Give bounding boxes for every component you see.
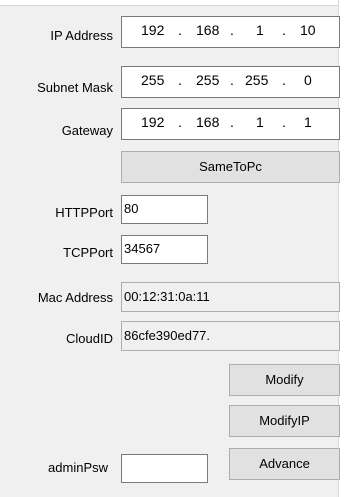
ip-address-input[interactable]: 192 . 168 . 1 . 10	[121, 16, 340, 48]
ip-address-label: IP Address	[50, 28, 113, 43]
ip-octet-1: 192	[141, 22, 165, 38]
gw-octet-1: 192	[141, 114, 165, 130]
ip-dot-1: .	[178, 22, 182, 38]
top-edge	[0, 0, 347, 6]
gw-dot-1: .	[178, 114, 182, 130]
ip-octet-3: 1	[256, 22, 264, 38]
gw-dot-3: .	[282, 114, 286, 130]
gw-octet-2: 168	[196, 114, 220, 130]
gw-dot-2: .	[230, 114, 234, 130]
subnet-mask-input[interactable]: 255 . 255 . 255 . 0	[121, 66, 340, 98]
ip-dot-2: .	[230, 22, 234, 38]
modify-ip-button[interactable]: ModifyIP	[229, 405, 340, 437]
admin-psw-label: adminPsw	[48, 460, 108, 475]
subnet-mask-label: Subnet Mask	[37, 80, 113, 95]
admin-psw-input[interactable]	[121, 454, 208, 483]
mac-address-label: Mac Address	[37, 290, 113, 305]
ip-dot-3: .	[282, 22, 286, 38]
ip-octet-2: 168	[196, 22, 220, 38]
http-port-label: HTTPPort	[55, 205, 113, 220]
gw-octet-4: 1	[304, 114, 312, 130]
gateway-input[interactable]: 192 . 168 . 1 . 1	[121, 108, 340, 140]
same-to-pc-button[interactable]: SameToPc	[121, 151, 340, 183]
cloud-id-field: 86cfe390ed77.	[121, 321, 340, 351]
mac-address-field: 00:12:31:0a:11	[121, 282, 340, 312]
mask-dot-1: .	[178, 72, 182, 88]
mask-dot-3: .	[282, 72, 286, 88]
tcp-port-label: TCPPort	[63, 245, 113, 260]
mask-octet-3: 255	[245, 72, 269, 88]
modify-button[interactable]: Modify	[229, 364, 340, 396]
mask-octet-2: 255	[196, 72, 220, 88]
mask-octet-4: 0	[304, 72, 312, 88]
advance-button[interactable]: Advance	[229, 448, 340, 480]
network-settings-panel: IP Address 192 . 168 . 1 . 10 Subnet Mas…	[0, 0, 347, 497]
http-port-input[interactable]: 80	[121, 195, 208, 224]
mask-octet-1: 255	[141, 72, 165, 88]
gw-octet-3: 1	[256, 114, 264, 130]
ip-octet-4: 10	[300, 22, 316, 38]
gateway-label: Gateway	[61, 123, 113, 138]
mask-dot-2: .	[230, 72, 234, 88]
cloud-id-label: CloudID	[66, 331, 113, 346]
tcp-port-input[interactable]: 34567	[121, 235, 208, 264]
